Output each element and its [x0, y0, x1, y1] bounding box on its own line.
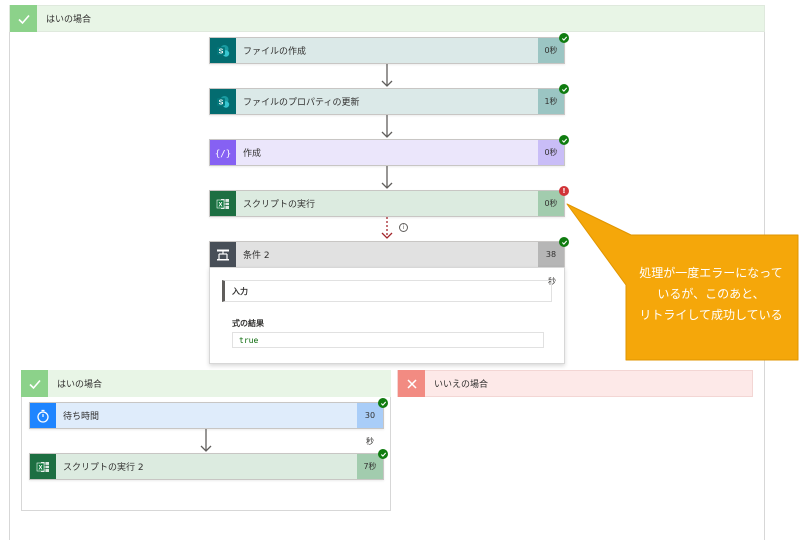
- check-icon: [10, 5, 37, 32]
- svg-text:X: X: [218, 202, 222, 208]
- svg-text:{/}: {/}: [215, 149, 231, 159]
- action-title: スクリプトの実行 2: [63, 463, 144, 473]
- action-title: 作成: [243, 149, 262, 159]
- no-branch-header[interactable]: いいえの場合: [397, 370, 753, 397]
- condition-card[interactable]: 条件 2 38: [209, 237, 569, 268]
- excel-icon: X: [210, 191, 236, 216]
- action-card-run-script[interactable]: X スクリプトの実行 0秒 !: [209, 186, 569, 217]
- success-check-icon: [559, 33, 569, 43]
- flow-arrow: [381, 64, 393, 87]
- duration-unit: 秒: [366, 437, 374, 446]
- success-check-icon: [378, 449, 388, 459]
- excel-icon: X: [30, 454, 56, 479]
- action-title: ファイルのプロパティの更新: [243, 98, 360, 108]
- inputs-label: 入力: [232, 286, 248, 296]
- action-card-run-script-2[interactable]: X スクリプトの実行 2 7秒: [29, 449, 388, 480]
- action-card-update-file-properties[interactable]: S ファイルのプロパティの更新 1秒: [209, 84, 569, 115]
- callout-annotation: 処理が一度エラーになって いるが、このあと、 リトライして成功している: [626, 263, 796, 326]
- info-icon[interactable]: i: [399, 223, 408, 232]
- action-card-wait[interactable]: 待ち時間 30: [29, 398, 388, 429]
- action-title: 待ち時間: [63, 412, 100, 422]
- flow-arrow: [381, 166, 393, 189]
- inputs-section[interactable]: 入力: [222, 280, 552, 302]
- condition-icon: [210, 242, 236, 267]
- flow-arrow: [200, 429, 212, 452]
- callout-line: リトライして成功している: [639, 308, 783, 322]
- callout-line: いるが、このあと、: [657, 287, 765, 301]
- action-title: スクリプトの実行: [243, 200, 316, 210]
- condition-details-panel: 秒 入力 式の結果 true: [209, 267, 565, 364]
- yes-branch-header-2[interactable]: はいの場合: [21, 370, 391, 397]
- expression-result-label: 式の結果: [232, 319, 264, 328]
- success-check-icon: [378, 398, 388, 408]
- svg-text:S: S: [219, 99, 224, 106]
- sharepoint-icon: S: [210, 89, 236, 114]
- yes-branch-label: はいの場合: [57, 380, 103, 390]
- sharepoint-icon: S: [210, 38, 236, 63]
- action-card-compose[interactable]: {/} 作成 0秒: [209, 135, 569, 166]
- expression-result-value: true: [232, 332, 544, 348]
- action-title: ファイルの作成: [243, 47, 307, 57]
- timer-icon: [30, 403, 56, 428]
- callout-line: 処理が一度エラーになって: [639, 266, 783, 280]
- success-check-icon: [559, 84, 569, 94]
- success-check-icon: [559, 135, 569, 145]
- close-icon: [398, 370, 425, 397]
- flow-arrow: [381, 115, 393, 138]
- no-branch-label: いいえの場合: [434, 380, 489, 390]
- action-card-create-file[interactable]: S ファイルの作成 0秒: [209, 33, 569, 64]
- condition-title: 条件 2: [243, 251, 270, 261]
- retry-arrow: [381, 217, 393, 239]
- svg-text:X: X: [38, 465, 42, 471]
- yes-branch-header[interactable]: はいの場合: [9, 5, 765, 32]
- yes-branch-label: はいの場合: [46, 15, 92, 25]
- check-icon: [21, 370, 48, 397]
- compose-icon: {/}: [210, 140, 236, 165]
- svg-text:S: S: [219, 48, 224, 55]
